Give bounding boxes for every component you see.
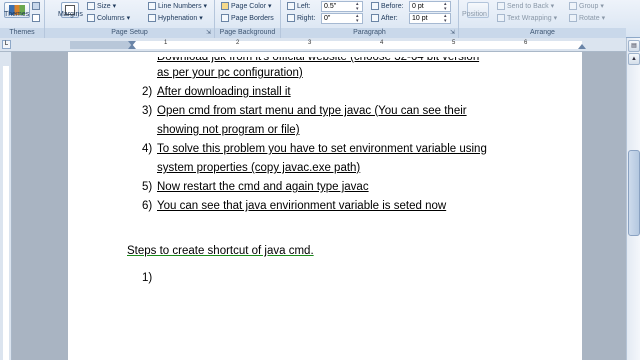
- document-page[interactable]: Download jdk from it's official website …: [68, 52, 582, 360]
- line-numbers-button[interactable]: Line Numbers ▾: [148, 1, 207, 12]
- hyphenation-icon: [148, 14, 156, 23]
- list-item-number: 6): [142, 200, 153, 212]
- page-borders-icon: [221, 14, 229, 23]
- list-item-line: Now restart the cmd and again type javac: [157, 181, 369, 193]
- ruler-number: 3: [308, 40, 312, 46]
- list-item-number: 3): [142, 105, 153, 117]
- hanging-indent-icon[interactable]: [128, 44, 136, 49]
- indent-left-field[interactable]: 0.5": [321, 1, 363, 12]
- size-icon: [87, 2, 95, 11]
- list-item-number: 5): [142, 181, 153, 193]
- list-item-line: Open cmd from start menu and type javac …: [157, 105, 467, 117]
- theme-fonts-icon[interactable]: [32, 13, 42, 24]
- vertical-scrollbar[interactable]: ▤ ▲: [626, 38, 640, 360]
- columns-button[interactable]: Columns ▾: [87, 13, 130, 24]
- page-color-button[interactable]: Page Color ▾: [221, 1, 272, 12]
- page-color-icon: [221, 2, 229, 11]
- send-to-back-button[interactable]: Send to Back ▾: [497, 1, 554, 12]
- ruler-number: 2: [236, 40, 240, 46]
- indent-right-label: Right:: [287, 13, 315, 24]
- list-item-line: as per your pc configuration): [157, 67, 303, 79]
- list-item-line: To solve this problem you have to set en…: [157, 143, 487, 155]
- spacing-before-icon: [371, 2, 379, 11]
- indent-right-field[interactable]: 0": [321, 13, 363, 24]
- group-icon: [569, 2, 577, 11]
- list-item-line: You can see that java envirionment varia…: [157, 200, 447, 212]
- right-indent-icon[interactable]: [578, 44, 586, 49]
- list-item-line: Download jdk from it's official website …: [157, 51, 480, 63]
- text-wrapping-icon: [497, 14, 505, 23]
- spacing-after-icon: [371, 14, 379, 23]
- spacing-before-field[interactable]: 0 pt: [409, 1, 451, 12]
- themes-group-label: Themes: [0, 28, 44, 38]
- list-item-line: showing not program or file): [157, 124, 300, 136]
- tab-selector-icon[interactable]: L: [2, 40, 11, 49]
- arrange-group-label: Arrange: [459, 28, 626, 38]
- line-numbers-icon: [148, 2, 156, 11]
- paragraph-group: Left: 0.5" Right: 0" Before: 0 pt After:…: [281, 0, 459, 38]
- ruler-number: 1: [164, 40, 168, 46]
- indent-left-icon: [287, 2, 295, 11]
- columns-icon: [87, 14, 95, 23]
- vertical-ruler[interactable]: [0, 52, 12, 360]
- ruler-number: 5: [452, 40, 456, 46]
- new-list-item-number: 1): [142, 272, 153, 284]
- scroll-up-icon[interactable]: ▲: [628, 53, 640, 65]
- spacing-after-label: After:: [371, 13, 398, 24]
- page-setup-launcher-icon[interactable]: ⇲: [206, 30, 213, 37]
- scrollbar-thumb[interactable]: [628, 150, 640, 236]
- send-to-back-icon: [497, 2, 505, 11]
- theme-colors-icon[interactable]: [32, 1, 42, 12]
- list-item-line: After downloading install it: [157, 86, 291, 98]
- list-item-number: 2): [142, 86, 153, 98]
- rotate-button[interactable]: Rotate ▾: [569, 13, 605, 24]
- page-borders-button[interactable]: Page Borders: [221, 13, 274, 24]
- indent-right-icon: [287, 14, 295, 23]
- margins-label[interactable]: Margins: [58, 9, 83, 20]
- paragraph-launcher-icon[interactable]: ⇲: [450, 30, 457, 37]
- ruler-number: 4: [380, 40, 384, 46]
- position-label[interactable]: Position: [462, 9, 487, 20]
- rotate-icon: [569, 14, 577, 23]
- section-heading: Steps to create shortcut of java cmd.: [127, 245, 314, 257]
- list-item-number: 4): [142, 143, 153, 155]
- arrange-group: Position Send to Back ▾ Text Wrapping ▾ …: [459, 0, 626, 38]
- themes-button-label[interactable]: Themes: [4, 9, 29, 20]
- text-wrapping-button[interactable]: Text Wrapping ▾: [497, 13, 557, 24]
- group-button[interactable]: Group ▾: [569, 1, 604, 12]
- ruler-number: 6: [524, 40, 528, 46]
- spacing-after-field[interactable]: 10 pt: [409, 13, 451, 24]
- hyphenation-button[interactable]: Hyphenation ▾: [148, 13, 203, 24]
- indent-left-label: Left:: [287, 1, 311, 12]
- size-button[interactable]: Size ▾: [87, 1, 116, 12]
- paragraph-group-label: Paragraph: [281, 28, 458, 38]
- ruler-toggle-icon[interactable]: ▤: [628, 40, 640, 52]
- themes-group: Themes Themes: [0, 0, 45, 38]
- ribbon: Themes Themes Margins Size ▾ Columns ▾ L…: [0, 0, 640, 38]
- spacing-before-label: Before:: [371, 1, 404, 12]
- horizontal-ruler[interactable]: L 1 2 3 4 5 6: [0, 38, 640, 52]
- list-item-line: system properties (copy javac.exe path): [157, 162, 361, 174]
- page-setup-group: Margins Size ▾ Columns ▾ Line Numbers ▾ …: [45, 0, 215, 38]
- page-setup-group-label: Page Setup: [45, 28, 214, 38]
- page-background-group: Page Color ▾ Page Borders Page Backgroun…: [215, 0, 281, 38]
- page-background-group-label: Page Background: [215, 28, 280, 38]
